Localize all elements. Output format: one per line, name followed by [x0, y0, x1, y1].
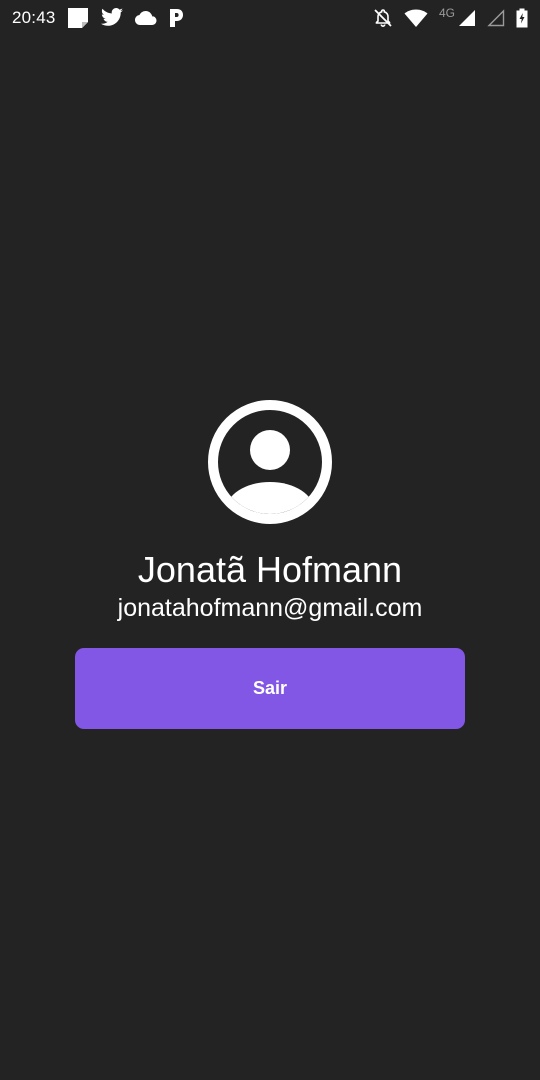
profile-screen: 20:43 4G Jonatã Hofmann jonatahofmann@gm…	[0, 0, 540, 1080]
parking-p-icon	[168, 8, 184, 28]
wifi-icon	[404, 9, 428, 27]
status-time: 20:43	[12, 8, 56, 27]
notifications-off-icon	[373, 8, 393, 28]
account-circle-icon	[208, 400, 332, 524]
note-icon	[67, 7, 89, 29]
cloud-icon	[134, 10, 157, 26]
battery-icon	[516, 8, 528, 28]
network-type-label: 4G	[438, 6, 455, 20]
user-name: Jonatã Hofmann	[137, 549, 403, 590]
cell-signal-icon	[458, 9, 476, 27]
logout-button[interactable]: Sair	[75, 648, 465, 729]
cell-signal-empty-icon	[487, 9, 505, 27]
profile-card: Jonatã Hofmann jonatahofmann@gmail.com S…	[0, 400, 540, 729]
twitter-icon	[100, 8, 124, 28]
user-email: jonatahofmann@gmail.com	[117, 594, 423, 622]
status-bar-right: 4G	[373, 6, 528, 28]
status-bar-left: 20:43	[12, 7, 184, 29]
status-bar: 20:43 4G	[0, 0, 540, 36]
